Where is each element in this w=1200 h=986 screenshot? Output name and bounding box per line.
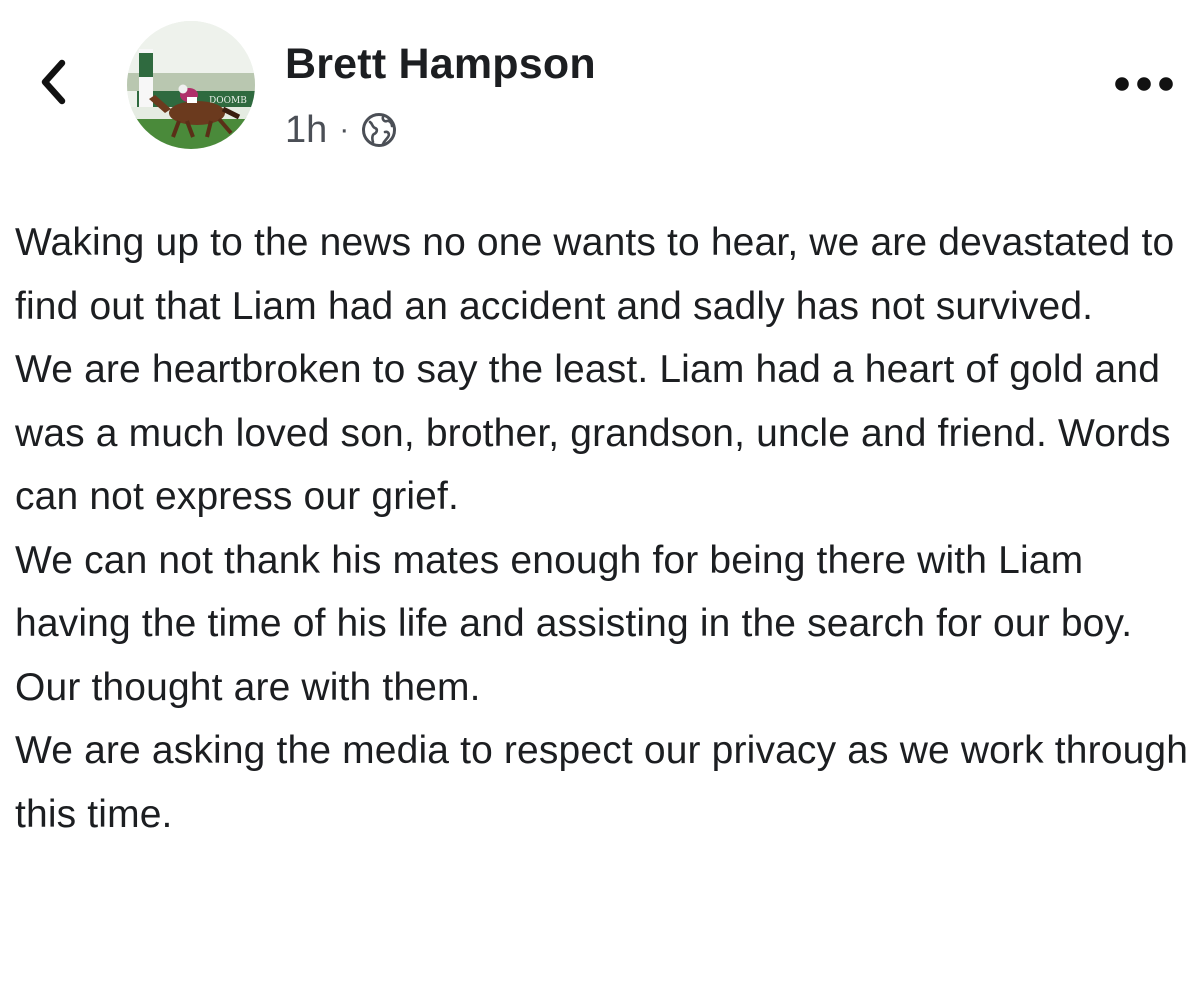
more-dots-icon <box>1115 77 1173 91</box>
more-options-button[interactable] <box>1112 62 1176 106</box>
post-body: Waking up to the news no one wants to he… <box>15 211 1190 846</box>
post-paragraph: Waking up to the news no one wants to he… <box>15 221 1175 328</box>
post-paragraph: We are heartbroken to say the least. Lia… <box>15 348 1171 518</box>
avatar-photo: DOOMB <box>127 21 255 149</box>
post-meta: 1h · <box>285 106 399 154</box>
back-button[interactable] <box>28 52 78 112</box>
post-header: DOOMB Brett Hampson 1h · <box>0 0 1200 170</box>
meta-separator: · <box>339 113 350 146</box>
post-time[interactable]: 1h <box>285 109 327 152</box>
chevron-left-icon <box>41 59 66 105</box>
post-paragraph: We are asking the media to respect our p… <box>15 729 1189 836</box>
author-name[interactable]: Brett Hampson <box>285 40 596 89</box>
post-paragraph: We can not thank his mates enough for be… <box>15 538 1133 709</box>
globe-icon <box>359 110 399 150</box>
avatar[interactable]: DOOMB <box>127 21 255 149</box>
